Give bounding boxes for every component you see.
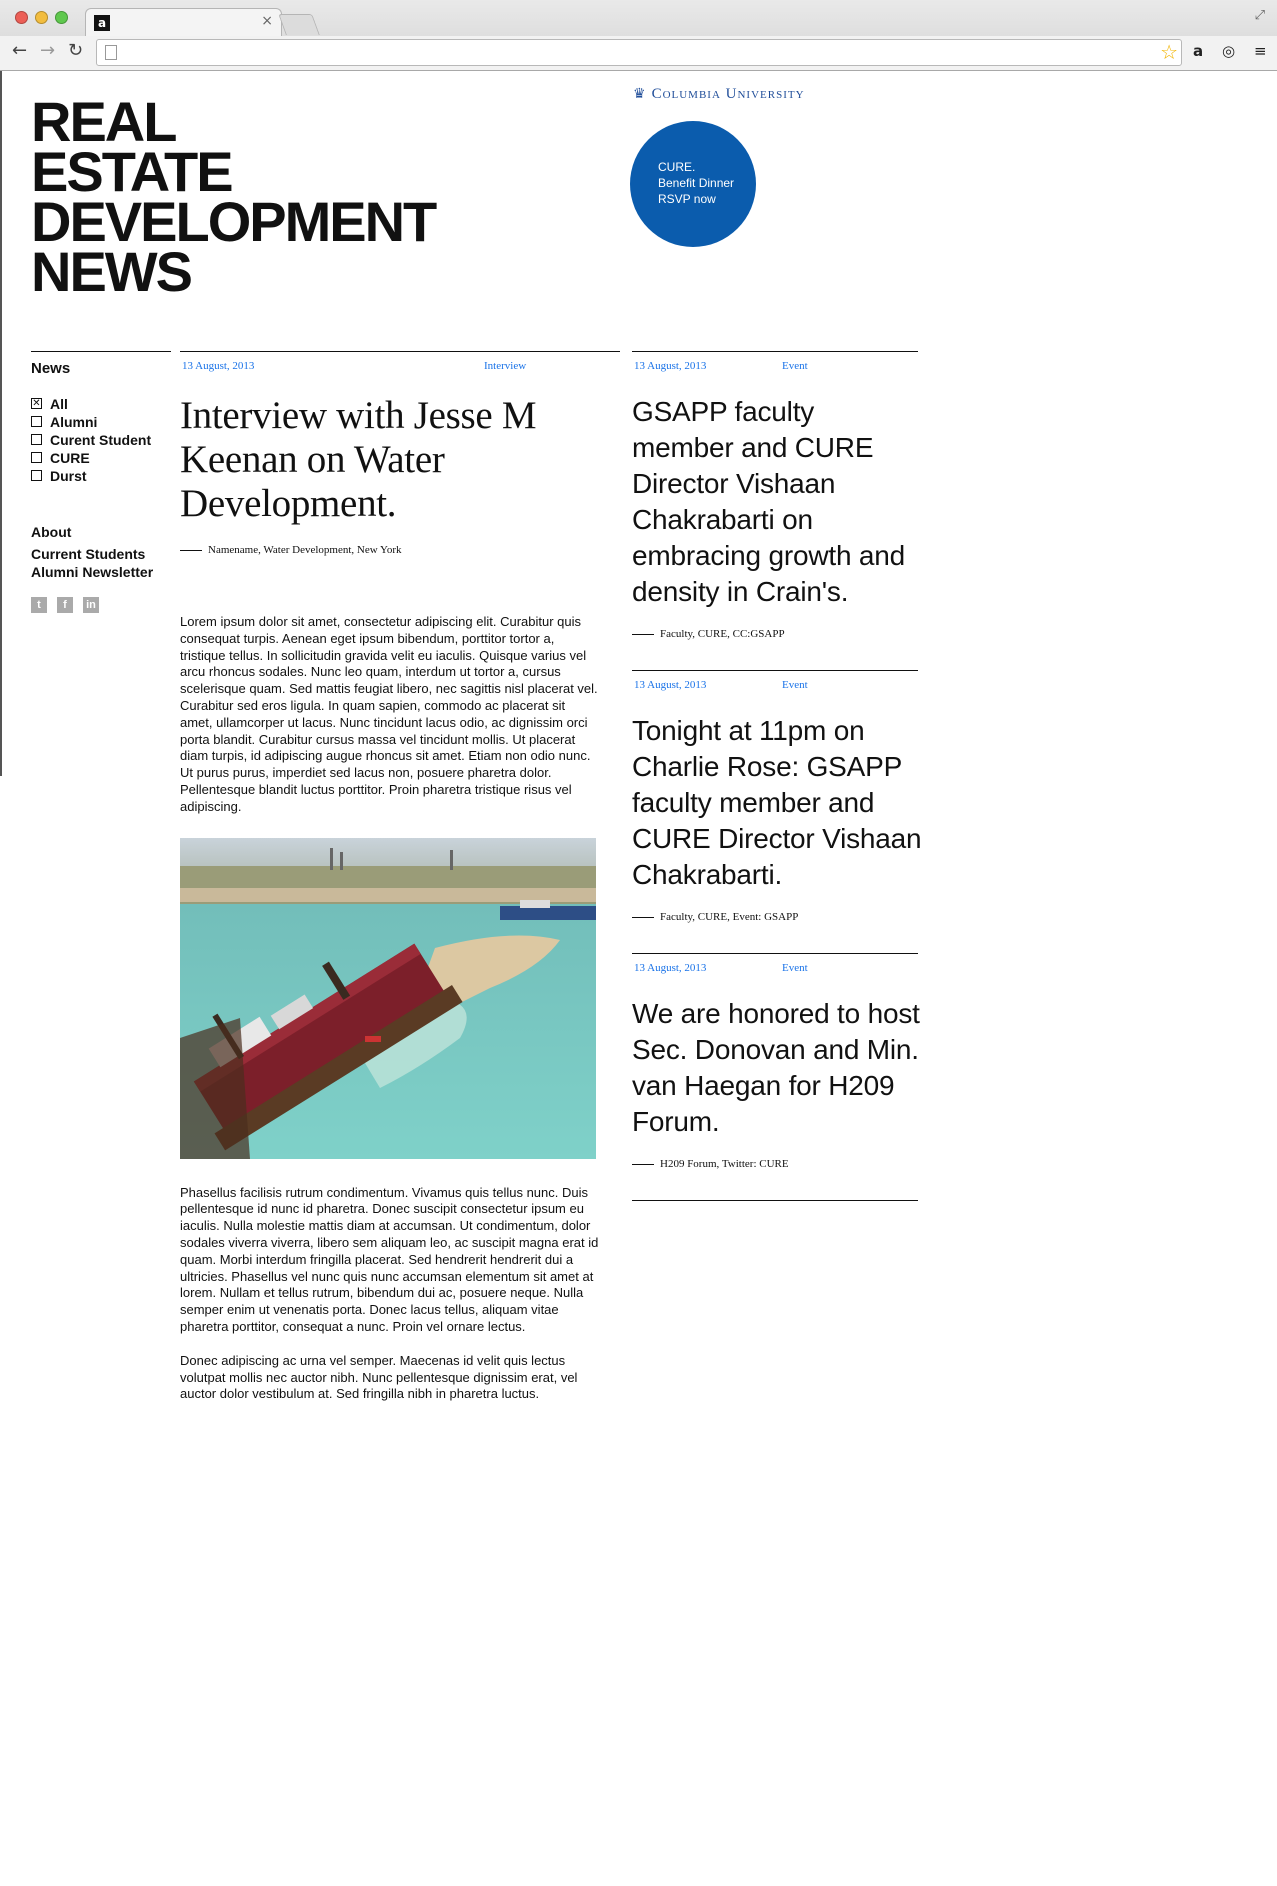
article-meta: 13 August, 2013 Interview	[180, 352, 620, 374]
post-tags: Faculty, CURE, CC:GSAPP	[632, 628, 918, 670]
new-tab-button[interactable]	[278, 14, 320, 35]
filter-label: Curent Student	[50, 432, 152, 448]
tab-strip: a × ⤢	[0, 0, 1277, 37]
nav-link-alumni-newsletter[interactable]: Alumni Newsletter	[31, 563, 171, 581]
news-post: 13 August, 2013 Event GSAPP faculty memb…	[632, 351, 918, 670]
filter-label: CURE	[50, 450, 90, 466]
favicon-icon: a	[94, 15, 110, 31]
post-tags-text: Faculty, CURE, Event: GSAPP	[660, 911, 799, 923]
byline-dash	[180, 549, 202, 551]
byline-text: Namename, Water Development, New York	[208, 544, 402, 556]
article-byline: Namename, Water Development, New York	[180, 544, 620, 556]
browser-chrome: a × ⤢ ← → ↻ ☆ a ◎ ≡	[0, 0, 1277, 71]
post-tags: H209 Forum, Twitter: CURE	[632, 1158, 918, 1200]
article-photo	[180, 837, 596, 1159]
linkedin-icon[interactable]: in	[83, 597, 99, 613]
address-bar[interactable]: ☆	[96, 39, 1182, 66]
post-category[interactable]: Event	[782, 360, 808, 372]
filter-alumni[interactable]: Alumni	[31, 413, 171, 431]
facebook-icon[interactable]: f	[57, 597, 73, 613]
byline-dash	[632, 633, 654, 635]
post-date[interactable]: 13 August, 2013	[634, 962, 706, 974]
post-date[interactable]: 13 August, 2013	[634, 679, 706, 691]
nav-links: About Current Students Alumni Newsletter	[31, 523, 171, 581]
post-tags-text: Faculty, CURE, CC:GSAPP	[660, 628, 785, 640]
zoom-window-button[interactable]	[55, 11, 68, 24]
news-post: 13 August, 2013 Event We are honored to …	[632, 953, 920, 1200]
checkbox-icon[interactable]	[31, 452, 42, 463]
browser-tab[interactable]: a ×	[85, 8, 282, 37]
checkbox-icon[interactable]	[31, 416, 42, 427]
post-meta: 13 August, 2013 Event	[632, 671, 918, 693]
reload-icon[interactable]: ↻	[68, 40, 83, 61]
post-headline[interactable]: We are honored to host Sec. Donovan and …	[632, 996, 922, 1140]
article-paragraph: Donec adipiscing ac urna vel semper. Mae…	[180, 1352, 578, 1402]
social-links: t f in	[31, 597, 171, 613]
filter-durst[interactable]: Durst	[31, 467, 171, 485]
fullscreen-icon[interactable]: ⤢	[1255, 8, 1265, 23]
page-edge-divider	[0, 71, 2, 776]
browser-toolbar: ← → ↻ ☆ a ◎ ≡	[0, 36, 1277, 70]
back-arrow-icon[interactable]: ←	[12, 40, 27, 61]
news-feed: 13 August, 2013 Event GSAPP faculty memb…	[632, 351, 922, 1201]
filter-label: Alumni	[50, 414, 98, 430]
promo-line: CURE.	[658, 160, 696, 174]
web-page: REAL ESTATE DEVELOPMENT NEWS ♛ Columbia U…	[0, 71, 1277, 1886]
nav-link-about[interactable]: About	[31, 523, 171, 541]
article-headline[interactable]: Interview with Jesse M Keenan on Water D…	[180, 394, 600, 526]
forward-arrow-icon[interactable]: →	[40, 40, 55, 61]
post-meta: 13 August, 2013 Event	[632, 352, 918, 374]
menu-icon[interactable]: ≡	[1254, 42, 1267, 60]
dredging-ship-illustration	[180, 837, 596, 1159]
nav-link-current-students[interactable]: Current Students	[31, 545, 171, 563]
divider	[632, 1200, 918, 1201]
bookmark-star-icon[interactable]: ☆	[1160, 40, 1178, 64]
promo-line: RSVP now	[658, 192, 716, 206]
minimize-window-button[interactable]	[35, 11, 48, 24]
post-category[interactable]: Event	[782, 962, 808, 974]
checkbox-icon[interactable]	[31, 434, 42, 445]
filter-label: Durst	[50, 468, 87, 484]
article-paragraph: Lorem ipsum dolor sit amet, consectetur …	[180, 614, 598, 814]
byline-dash	[632, 1163, 654, 1165]
byline-dash	[632, 916, 654, 918]
post-headline[interactable]: Tonight at 11pm on Charlie Rose: GSAPP f…	[632, 713, 922, 893]
article-date[interactable]: 13 August, 2013	[182, 360, 254, 372]
filter-curent-student[interactable]: Curent Student	[31, 431, 171, 449]
checkbox-icon[interactable]	[31, 470, 42, 481]
post-headline[interactable]: GSAPP faculty member and CURE Director V…	[632, 394, 922, 610]
university-name: Columbia University	[651, 86, 805, 102]
divider	[31, 351, 171, 352]
crown-icon: ♛	[633, 87, 647, 102]
sidebar-nav: News ✕ All Alumni Curent Student CURE Dur…	[31, 351, 171, 613]
article-category[interactable]: Interview	[484, 360, 526, 372]
twitter-icon[interactable]: t	[31, 597, 47, 613]
promo-line: Benefit Dinner	[658, 176, 735, 190]
filter-label: All	[50, 396, 68, 412]
article-paragraph: Phasellus facilisis rutrum condimentum. …	[180, 1184, 599, 1334]
tab-close-icon[interactable]: ×	[261, 13, 273, 29]
post-tags-text: H209 Forum, Twitter: CURE	[660, 1158, 789, 1170]
filter-cure[interactable]: CURE	[31, 449, 171, 467]
post-category[interactable]: Event	[782, 679, 808, 691]
close-window-button[interactable]	[15, 11, 28, 24]
news-post: 13 August, 2013 Event Tonight at 11pm on…	[632, 670, 922, 953]
sync-extension-icon[interactable]: ◎	[1222, 42, 1235, 60]
post-tags: Faculty, CURE, Event: GSAPP	[632, 911, 918, 953]
columbia-university-logo[interactable]: ♛ Columbia University	[633, 86, 805, 103]
nav-heading: News	[31, 360, 71, 377]
site-title-line: NEWS	[31, 240, 193, 303]
site-title[interactable]: REAL ESTATE DEVELOPMENT NEWS	[31, 94, 491, 303]
post-date[interactable]: 13 August, 2013	[634, 360, 706, 372]
page-icon	[105, 45, 117, 60]
post-meta: 13 August, 2013 Event	[632, 954, 918, 976]
main-article: 13 August, 2013 Interview Interview with…	[180, 351, 620, 1403]
filter-all[interactable]: ✕ All	[31, 395, 171, 413]
amazon-extension-icon[interactable]: a	[1193, 42, 1203, 60]
checkbox-checked-icon[interactable]: ✕	[31, 398, 42, 409]
benefit-dinner-rsvp-button[interactable]: CURE. Benefit Dinner RSVP now	[630, 121, 756, 247]
